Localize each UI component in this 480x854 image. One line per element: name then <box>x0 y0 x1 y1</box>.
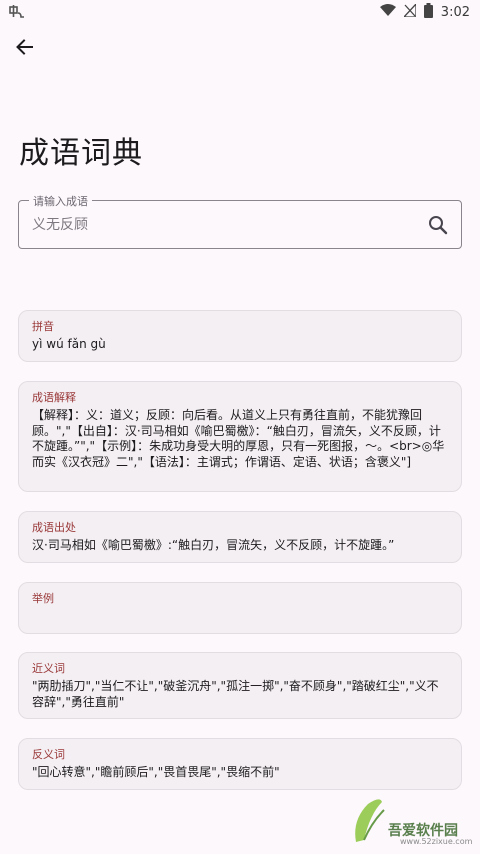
search-input[interactable] <box>32 201 412 248</box>
source-card: 成语出处 汉·司马相如《喻巴蜀檄》:“触白刃，冒流矢，义不反顾，计不旋踵。” <box>18 511 462 563</box>
explanation-card: 成语解释 【解释】：义：道义；反顾：向后看。从道义上只有勇往直前，不能犹豫回顾。… <box>18 381 462 492</box>
watermark-brand: 吾爱软件园 <box>388 823 458 839</box>
card-label: 举例 <box>32 592 54 605</box>
card-label: 反义词 <box>32 748 65 761</box>
status-time: 3:02 <box>440 4 470 20</box>
card-text: 【解释】：义：道义；反顾：向后看。从道义上只有勇往直前，不能犹豫回顾。","【出… <box>32 408 445 469</box>
battery-icon <box>423 2 433 22</box>
back-button[interactable] <box>10 34 40 64</box>
watermark: 吾爱软件园 www.52zixue.com <box>348 784 476 850</box>
card-text: "两肋插刀","当仁不让","破釜沉舟","孤注一掷","奋不顾身","踏破红尘… <box>32 679 439 709</box>
watermark-logo-icon <box>350 798 386 850</box>
card-label: 成语解释 <box>32 391 76 404</box>
wifi-icon <box>379 3 396 21</box>
app-logo-icon <box>8 3 26 21</box>
search-field[interactable]: 请输入成语 <box>18 193 462 249</box>
card-label: 近义词 <box>32 662 65 675</box>
page-title: 成语词典 <box>19 136 143 171</box>
status-bar: 3:02 <box>0 0 480 24</box>
search-icon[interactable] <box>427 214 449 236</box>
status-left <box>8 3 26 21</box>
card-text: "回心转意","瞻前顾后","畏首畏尾","畏缩不前" <box>32 765 280 779</box>
antonyms-card: 反义词 "回心转意","瞻前顾后","畏首畏尾","畏缩不前" <box>18 738 462 790</box>
card-label: 成语出处 <box>32 521 76 534</box>
card-label: 拼音 <box>32 320 54 333</box>
pinyin-card: 拼音 yì wú fǎn gù <box>18 310 462 362</box>
arrow-back-icon <box>16 38 34 60</box>
signal-icon <box>402 1 417 21</box>
example-card: 举例 <box>18 582 462 634</box>
synonyms-card: 近义词 "两肋插刀","当仁不让","破釜沉舟","孤注一掷","奋不顾身","… <box>18 652 462 719</box>
watermark-url: www.52zixue.com <box>400 837 473 846</box>
status-right: 3:02 <box>379 1 470 22</box>
card-text: yì wú fǎn gù <box>32 337 106 351</box>
card-text: 汉·司马相如《喻巴蜀檄》:“触白刃，冒流矢，义不反顾，计不旋踵。” <box>32 538 395 552</box>
